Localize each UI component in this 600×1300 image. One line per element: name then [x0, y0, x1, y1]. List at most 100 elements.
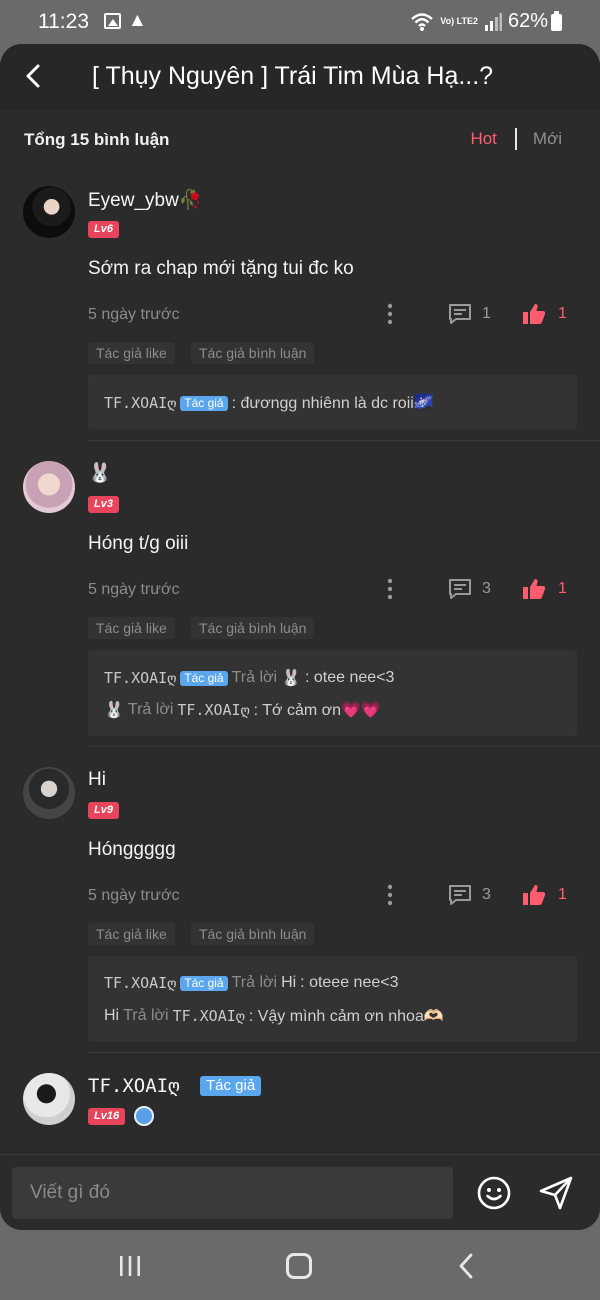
reply-author: TF.XOAIღ — [104, 974, 177, 992]
author-liked-tag: Tác giả like — [88, 923, 175, 945]
more-icon[interactable] — [380, 578, 400, 600]
comment-author[interactable]: TF.XOAIღ — [88, 1075, 180, 1097]
thumbs-up-icon — [523, 579, 546, 599]
battery-icon — [551, 11, 562, 31]
avatar[interactable] — [23, 767, 75, 819]
reply-text: : Tớ cảm ơn💗💗 — [253, 702, 381, 719]
page-title: [ Thụy Nguyên ] Trái Tim Mùa Hạ...? — [92, 62, 494, 90]
thumbs-up-icon — [523, 304, 546, 324]
emoji-icon[interactable] — [477, 1176, 511, 1210]
reply-to-label: Trả lời — [127, 701, 174, 718]
reply-text: : đươngg nhiênn là dc roii🌌 — [231, 395, 434, 412]
like-button[interactable]: 1 — [522, 577, 567, 601]
comment-item: 🐰 Lv3 Hóng t/g oiii 5 ngày trước 3 1 Tác… — [0, 441, 600, 747]
send-icon[interactable] — [538, 1175, 574, 1211]
comment-text: Hóng t/g oiii — [88, 533, 189, 554]
avatar[interactable] — [23, 186, 75, 238]
more-icon[interactable] — [380, 303, 400, 325]
comment-icon — [449, 579, 471, 599]
level-badge: Lv9 — [88, 802, 119, 819]
nav-back-icon[interactable] — [456, 1252, 476, 1280]
back-icon[interactable] — [18, 60, 50, 92]
reply-to-label: Trả lời — [231, 974, 278, 991]
reply-text: : otee nee<3 — [304, 669, 395, 686]
reply-button[interactable]: 3 — [448, 883, 491, 907]
home-icon[interactable] — [286, 1253, 312, 1279]
comment-input-bar — [0, 1154, 600, 1230]
sort-tabs: Hot Mới — [470, 128, 562, 150]
reply-author: Hi — [104, 1007, 120, 1024]
comment-item: TF.XOAIღ Tác giả Lv16 — [0, 1053, 600, 1154]
author-commented-tag: Tác giả bình luận — [191, 617, 315, 639]
reply-count: 3 — [482, 580, 491, 597]
sort-new-tab[interactable]: Mới — [533, 129, 562, 149]
total-comments: Tổng 15 bình luận — [24, 130, 170, 149]
reply-author: TF.XOAIღ — [104, 394, 177, 412]
sort-divider — [514, 128, 517, 150]
author-liked-tag: Tác giả like — [88, 342, 175, 364]
reply-line: TF.XOAIღ Tác giả Trả lời Hi : oteee nee<… — [104, 974, 398, 992]
reply-text: : Vậy mình cảm ơn nhoa🫶🏻 — [248, 1008, 444, 1025]
like-button[interactable]: 1 — [522, 302, 567, 326]
more-icon[interactable] — [380, 884, 400, 906]
comment-author[interactable]: Hi — [88, 769, 106, 791]
reply-count: 1 — [482, 305, 491, 322]
comment-icon — [449, 304, 471, 324]
signal-icon — [484, 12, 502, 31]
comment-text: Hónggggg — [88, 839, 176, 860]
level-badge: Lv3 — [88, 496, 119, 513]
reply-line: Hi Trả lời TF.XOAIღ : Vậy mình cảm ơn nh… — [104, 1006, 444, 1026]
reply-to-label: Trả lời — [231, 669, 278, 686]
reply-to-label: Trả lời — [123, 1007, 169, 1024]
comment-item: Eyew_ybw🥀 Lv6 Sớm ra chap mới tặng tui đ… — [0, 166, 600, 441]
reply-preview[interactable]: TF.XOAIღ Tác giả Trả lời 🐰 : otee nee<3 … — [88, 650, 577, 736]
avatar[interactable] — [23, 1073, 75, 1125]
author-badge: Tác giả — [180, 670, 228, 686]
like-count: 1 — [558, 580, 567, 597]
reply-button[interactable]: 3 — [448, 577, 491, 601]
comment-input[interactable] — [12, 1167, 453, 1219]
status-bar: 11:23 ▲ Vo) LTE2 62% — [0, 0, 600, 44]
comment-input-container — [12, 1167, 453, 1219]
status-indicators: Vo) LTE2 62% — [410, 10, 548, 33]
header: [ Thụy Nguyên ] Trái Tim Mùa Hạ...? — [0, 44, 600, 110]
wifi-icon — [411, 12, 434, 31]
comment-author[interactable]: 🐰 — [88, 461, 112, 485]
comments-summary: Tổng 15 bình luận Hot Mới — [0, 110, 600, 166]
author-badge: Tác giả — [180, 395, 228, 411]
avatar[interactable] — [23, 461, 75, 513]
sort-hot-tab[interactable]: Hot — [470, 129, 496, 149]
author-commented-tag: Tác giả bình luận — [191, 923, 315, 945]
reply-text: : oteee nee<3 — [300, 974, 399, 991]
reply-target: 🐰 — [281, 670, 301, 687]
warning-icon: ▲ — [128, 10, 147, 31]
reply-button[interactable]: 1 — [448, 302, 491, 326]
network-type: Vo) LTE2 — [440, 16, 478, 26]
reply-line: 🐰 Trả lời TF.XOAIღ : Tớ cảm ơn💗💗 — [104, 700, 381, 720]
author-badge: Tác giả — [180, 975, 228, 991]
like-count: 1 — [558, 886, 567, 903]
reply-author: 🐰 — [104, 702, 124, 719]
reply-preview[interactable]: TF.XOAIღ Tác giả Trả lời Hi : oteee nee<… — [88, 956, 577, 1042]
comment-text: Sớm ra chap mới tặng tui đc ko — [88, 258, 354, 279]
recents-icon[interactable] — [118, 1255, 142, 1277]
like-button[interactable]: 1 — [522, 883, 567, 907]
verified-diamond-icon — [134, 1106, 154, 1126]
battery-percent: 62% — [507, 10, 548, 32]
reply-target: TF.XOAIღ — [172, 1007, 245, 1025]
author-commented-tag: Tác giả bình luận — [191, 342, 315, 364]
comment-icon — [449, 885, 471, 905]
reply-preview[interactable]: TF.XOAIღ Tác giả : đươngg nhiênn là dc r… — [88, 375, 577, 429]
reply-count: 3 — [482, 886, 491, 903]
comment-time: 5 ngày trước — [88, 887, 180, 904]
comments-screen: [ Thụy Nguyên ] Trái Tim Mùa Hạ...? Tổng… — [0, 44, 600, 1230]
like-count: 1 — [558, 305, 567, 322]
level-badge: Lv16 — [88, 1108, 126, 1125]
author-badge: Tác giả — [200, 1076, 262, 1096]
image-icon — [104, 13, 121, 29]
comment-list: Eyew_ybw🥀 Lv6 Sớm ra chap mới tặng tui đ… — [0, 166, 600, 1154]
reply-target: Hi — [281, 974, 297, 991]
author-liked-tag: Tác giả like — [88, 617, 175, 639]
reply-line: TF.XOAIღ Tác giả Trả lời 🐰 : otee nee<3 — [104, 668, 394, 688]
comment-author[interactable]: Eyew_ybw🥀 — [88, 188, 202, 212]
